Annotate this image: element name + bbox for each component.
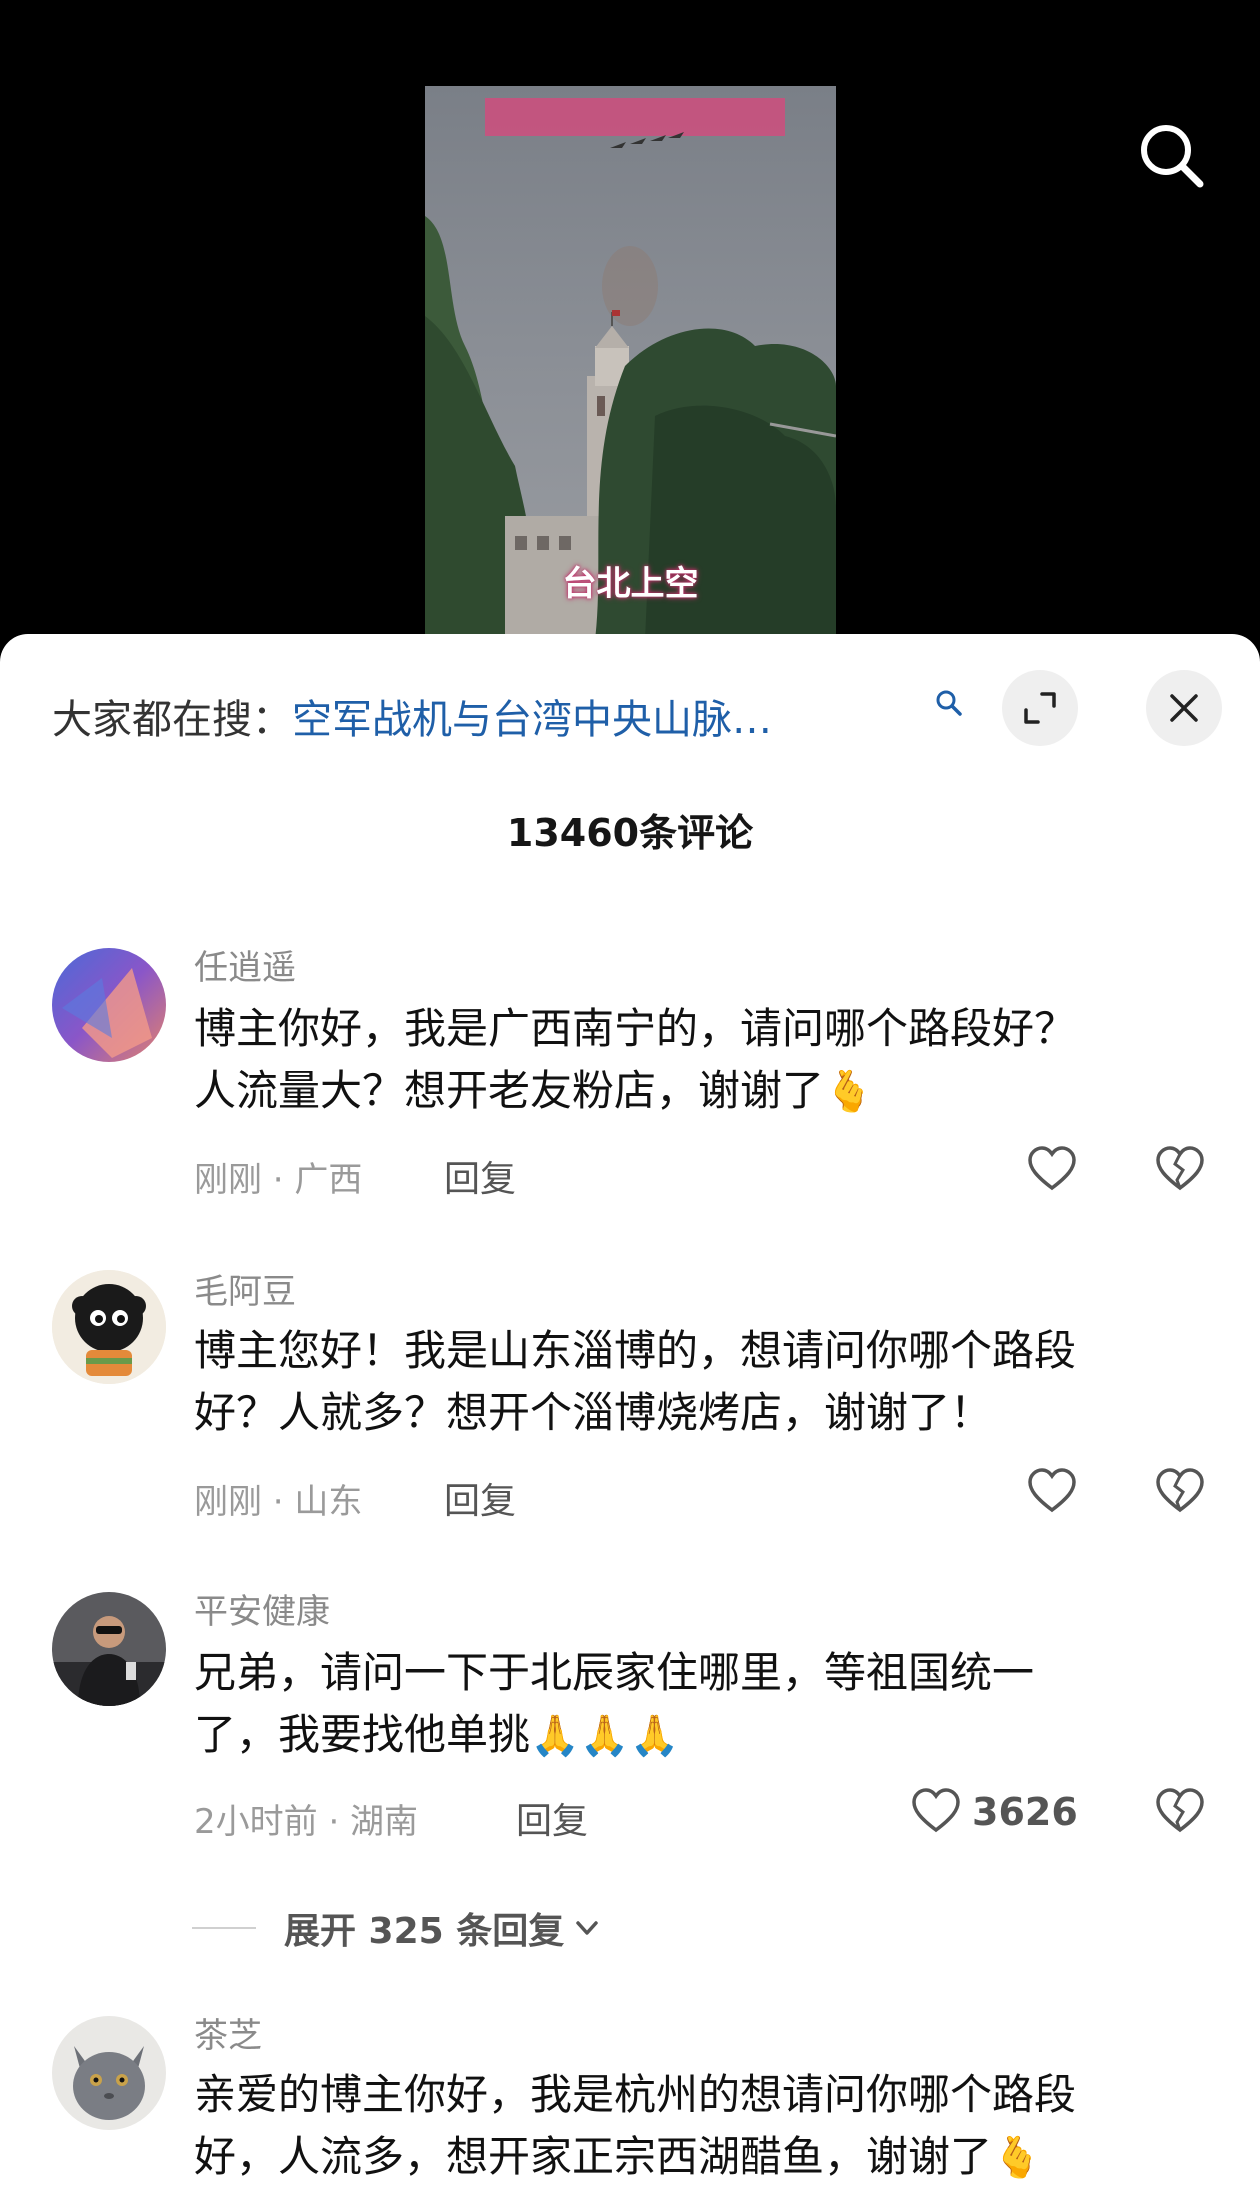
avatar[interactable] bbox=[52, 948, 166, 1062]
comment-sheet: 大家都在搜： 空军战机与台湾中央山脉… 13460条评论 任逍遥 博主你好，我是… bbox=[0, 634, 1260, 2204]
video-caption: 台北上空 bbox=[562, 564, 699, 604]
comment-line: 人流量大？想开老友粉店，谢谢了 bbox=[194, 1066, 825, 1115]
avatar[interactable] bbox=[52, 2016, 166, 2130]
comment-time-location: 刚刚 · 山东 bbox=[194, 1482, 363, 1522]
video-thumbnail[interactable]: 台北上空 bbox=[425, 86, 836, 640]
comment-time-location: 刚刚 · 广西 bbox=[194, 1160, 363, 1200]
avatar[interactable] bbox=[52, 1270, 166, 1384]
broken-heart-icon bbox=[1156, 1146, 1204, 1191]
comment-username[interactable]: 茶芝 bbox=[194, 2008, 262, 2057]
like-count: 3626 bbox=[972, 1790, 1078, 1834]
hot-search-prefix: 大家都在搜： bbox=[52, 697, 292, 743]
close-button[interactable] bbox=[1146, 670, 1222, 746]
comment-count: 13460条评论 bbox=[506, 811, 754, 855]
hot-search-icon[interactable] bbox=[934, 688, 964, 718]
search-icon bbox=[1141, 125, 1204, 188]
reply-button[interactable]: 回复 bbox=[516, 1792, 588, 1844]
heart-icon bbox=[1028, 1468, 1076, 1513]
heart-icon bbox=[1028, 1146, 1076, 1191]
search-button[interactable] bbox=[1136, 120, 1208, 192]
dislike-button[interactable] bbox=[1154, 1466, 1206, 1518]
comment-username[interactable]: 平安健康 bbox=[194, 1584, 330, 1633]
avatar[interactable] bbox=[52, 1592, 166, 1706]
comment-username[interactable]: 毛阿豆 bbox=[194, 1264, 296, 1313]
comment-line: 了，我要找他单挑 bbox=[194, 1710, 531, 1759]
broken-heart-icon bbox=[1156, 1788, 1204, 1833]
reply-button[interactable]: 回复 bbox=[444, 1472, 516, 1524]
finger-heart-emoji: 🫰 bbox=[992, 2135, 1042, 2181]
dislike-button[interactable] bbox=[1154, 1144, 1206, 1196]
hot-search-bar[interactable]: 大家都在搜： 空军战机与台湾中央山脉… bbox=[52, 686, 772, 746]
like-button[interactable] bbox=[1026, 1144, 1078, 1196]
video-area[interactable]: 台北上空 bbox=[0, 0, 1260, 640]
comment-text: 兄弟，请问一下于北辰家住哪里，等祖国统一 了，我要找他单挑🙏🙏🙏 bbox=[194, 1642, 1194, 1767]
comment-line: 好，人流多，想开家正宗西湖醋鱼，谢谢了 bbox=[194, 2132, 993, 2181]
comment-username[interactable]: 任逍遥 bbox=[194, 940, 296, 989]
comment-line: 亲爱的博主你好，我是杭州的想请问你哪个路段 bbox=[194, 2070, 1077, 2119]
expand-replies-button[interactable]: 展开 325 条回复 bbox=[192, 1902, 604, 1954]
comment-text: 博主您好！我是山东淄博的，想请问你哪个路段 好？人就多？想开个淄博烧烤店，谢谢了… bbox=[194, 1320, 1194, 1444]
divider-line bbox=[192, 1927, 256, 1929]
comment-line: 兄弟，请问一下于北辰家住哪里，等祖国统一 bbox=[194, 1648, 1035, 1697]
comment-text: 博主你好，我是广西南宁的，请问哪个路段好？ 人流量大？想开老友粉店，谢谢了🫰 bbox=[194, 998, 1194, 1123]
close-icon bbox=[1170, 694, 1198, 722]
hot-search-query[interactable]: 空军战机与台湾中央山脉… bbox=[292, 687, 772, 745]
comment-text: 亲爱的博主你好，我是杭州的想请问你哪个路段 好，人流多，想开家正宗西湖醋鱼，谢谢… bbox=[194, 2064, 1194, 2189]
pray-emoji: 🙏🙏🙏 bbox=[530, 1713, 680, 1759]
top-banner bbox=[485, 98, 785, 136]
heart-icon bbox=[912, 1788, 960, 1833]
comment-time-location: 2小时前 · 湖南 bbox=[194, 1802, 419, 1842]
chevron-down-icon bbox=[576, 1921, 598, 1935]
like-button[interactable]: 3626 bbox=[910, 1786, 1078, 1838]
comment-line: 博主您好！我是山东淄博的，想请问你哪个路段 bbox=[194, 1326, 1077, 1375]
broken-heart-icon bbox=[1156, 1468, 1204, 1513]
expand-replies-label: 展开 325 条回复 bbox=[284, 1911, 565, 1952]
expand-button[interactable] bbox=[1002, 670, 1078, 746]
comment-line: 好？人就多？想开个淄博烧烤店，谢谢了！ bbox=[194, 1388, 993, 1437]
expand-icon bbox=[1024, 692, 1056, 724]
reply-button[interactable]: 回复 bbox=[444, 1150, 516, 1202]
comment-line: 博主你好，我是广西南宁的，请问哪个路段好？ bbox=[194, 1004, 1077, 1053]
like-button[interactable] bbox=[1026, 1466, 1078, 1518]
finger-heart-emoji: 🫰 bbox=[824, 1069, 874, 1115]
dislike-button[interactable] bbox=[1154, 1786, 1206, 1838]
